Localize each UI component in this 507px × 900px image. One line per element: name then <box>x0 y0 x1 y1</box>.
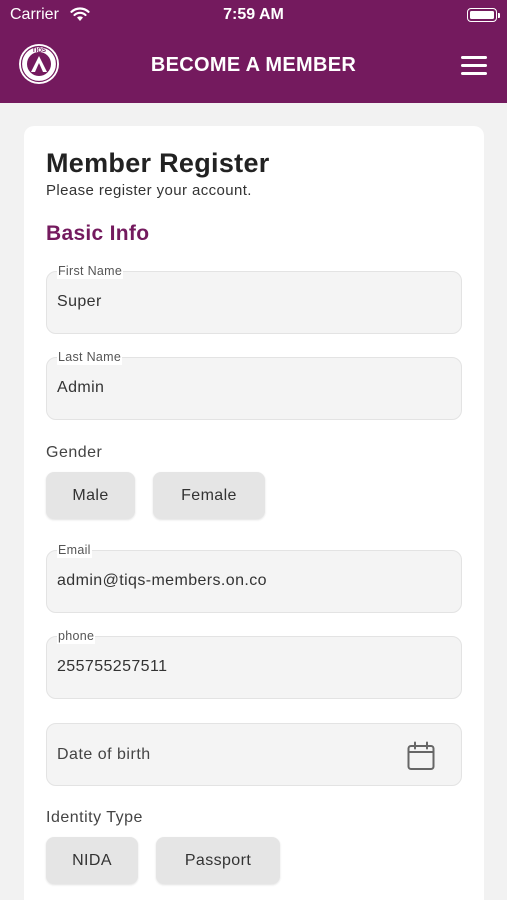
battery-icon <box>467 8 500 22</box>
email-label: Email <box>57 542 92 558</box>
date-of-birth-placeholder: Date of birth <box>57 746 151 763</box>
page-title: Member Register <box>46 148 270 178</box>
phone-value: 255755257511 <box>57 658 168 675</box>
hamburger-menu-icon[interactable] <box>461 56 487 76</box>
first-name-field[interactable]: First Name Super <box>46 263 462 334</box>
phone-field[interactable]: phone 255755257511 <box>46 628 462 699</box>
gender-option-female[interactable]: Female <box>153 472 265 519</box>
page-subtitle: Please register your account. <box>46 182 252 199</box>
section-title-basic-info: Basic Info <box>46 222 150 245</box>
gender-label: Gender <box>46 444 103 461</box>
first-name-value: Super <box>57 293 102 310</box>
date-of-birth-field[interactable]: Date of birth <box>46 723 462 786</box>
last-name-label: Last Name <box>57 349 123 365</box>
status-bar: Carrier 7:59 AM <box>0 0 507 32</box>
identity-option-passport[interactable]: Passport <box>156 837 280 884</box>
phone-label: phone <box>57 628 96 644</box>
last-name-value: Admin <box>57 379 105 396</box>
nav-bar: TIQS BECOME A MEMBER <box>0 32 507 103</box>
last-name-field[interactable]: Last Name Admin <box>46 349 462 420</box>
identity-type-label: Identity Type <box>46 809 143 826</box>
email-value: admin@tiqs-members.on.co <box>57 572 267 589</box>
gender-option-male[interactable]: Male <box>46 472 135 519</box>
status-time: 7:59 AM <box>223 6 284 23</box>
identity-option-nida[interactable]: NIDA <box>46 837 138 884</box>
page-header-title: BECOME A MEMBER <box>150 54 357 76</box>
calendar-icon[interactable] <box>407 741 435 771</box>
first-name-label: First Name <box>57 263 124 279</box>
email-field[interactable]: Email admin@tiqs-members.on.co <box>46 542 462 613</box>
